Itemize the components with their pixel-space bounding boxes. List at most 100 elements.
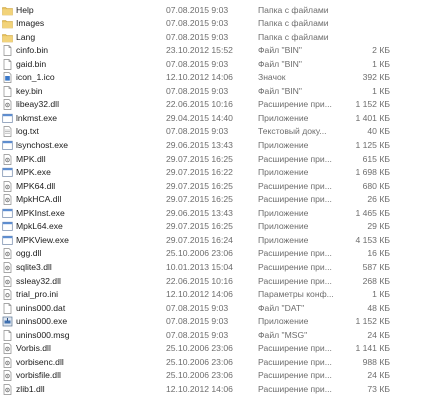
file-type: Расширение при... <box>258 261 332 272</box>
file-row[interactable]: log.txt 07.08.2015 9:03 Текстовый доку... 4… <box>0 125 424 138</box>
file-name: unins000.exe <box>16 316 68 327</box>
file-row[interactable]: trial_pro.ini 12.10.2012 14:06 Параметры к… <box>0 288 424 301</box>
file-name: vorbisfile.dll <box>16 370 61 381</box>
file-row[interactable]: MPK.exe 29.07.2015 16:22 Приложение 1 698 К… <box>0 166 424 179</box>
file-name: unins000.dat <box>16 302 66 313</box>
file-name: MpkL64.exe <box>16 221 63 232</box>
file-row[interactable]: MpkHCA.dll 29.07.2015 16:25 Расширение при… <box>0 193 424 206</box>
file-size: 1 465 КБ <box>355 207 390 218</box>
ico-file-icon <box>2 72 13 84</box>
file-row[interactable]: gaid.bin 07.08.2015 9:03 Файл "BIN" 1 КБ <box>0 58 424 71</box>
file-size: 2 КБ <box>372 45 390 56</box>
file-type: Расширение при... <box>258 370 332 381</box>
exe-file-icon <box>2 113 13 124</box>
file-row[interactable]: Lang 07.08.2015 9:03 Папка с файлами <box>0 31 424 44</box>
file-row[interactable]: key.bin 07.08.2015 9:03 Файл "BIN" 1 КБ <box>0 85 424 98</box>
file-size: 73 КБ <box>367 383 390 394</box>
file-type: Приложение <box>258 167 309 178</box>
file-row[interactable]: ssleay32.dll 22.06.2015 10:16 Расширение п… <box>0 275 424 288</box>
file-date-modified: 22.06.2015 10:16 <box>166 275 233 286</box>
file-row[interactable]: MPK64.dll 29.07.2015 16:25 Расширение при.… <box>0 180 424 193</box>
file-size: 988 КБ <box>362 356 390 367</box>
file-row[interactable]: unins000.msg 07.08.2015 9:03 Файл "MSG" 24 … <box>0 329 424 342</box>
file-date-modified: 22.06.2015 10:16 <box>166 99 233 110</box>
file-name: unins000.msg <box>16 329 70 340</box>
dll-file-icon <box>2 194 13 206</box>
file-size: 1 401 КБ <box>355 112 390 123</box>
file-name: MPK64.dll <box>16 180 56 191</box>
file-type: Расширение при... <box>258 248 332 259</box>
dll-file-icon <box>2 356 13 368</box>
file-row[interactable]: MPK.dll 29.07.2015 16:25 Расширение при...… <box>0 153 424 166</box>
file-type: Параметры конф... <box>258 289 334 300</box>
file-type: Расширение при... <box>258 343 332 354</box>
file-type: Текстовый доку... <box>258 126 327 137</box>
file-row[interactable]: Help 07.08.2015 9:03 Папка с файлами <box>0 4 424 17</box>
file-date-modified: 12.10.2012 14:06 <box>166 72 233 83</box>
file-row[interactable]: MPKInst.exe 29.06.2015 13:43 Приложение 1 4… <box>0 207 424 220</box>
file-row[interactable]: MPKView.exe 29.07.2015 16:24 Приложение 4 1… <box>0 234 424 247</box>
dll-file-icon <box>2 370 13 382</box>
file-row[interactable]: unins000.dat 07.08.2015 9:03 Файл "DAT" 48 … <box>0 302 424 315</box>
file-type: Расширение при... <box>258 275 332 286</box>
file-row[interactable]: cinfo.bin 23.10.2012 15:52 Файл "BIN" 2 КБ <box>0 44 424 57</box>
file-row[interactable]: zlib1.dll 12.10.2012 14:06 Расширение при.… <box>0 383 424 396</box>
file-date-modified: 10.01.2013 15:04 <box>166 261 233 272</box>
file-date-modified: 29.06.2015 13:43 <box>166 140 233 150</box>
file-name: MPK.dll <box>16 153 46 164</box>
file-size: 1 КБ <box>372 289 390 300</box>
file-icon <box>2 329 13 341</box>
file-date-modified: 29.07.2015 16:25 <box>166 180 233 191</box>
file-date-modified: 29.06.2015 13:43 <box>166 207 233 218</box>
file-size: 680 КБ <box>362 180 390 191</box>
file-icon <box>2 302 13 314</box>
file-name: libeay32.dll <box>16 99 59 110</box>
file-size: 1 141 КБ <box>355 343 390 354</box>
dll-file-icon <box>2 180 13 192</box>
file-name: trial_pro.ini <box>16 289 59 300</box>
file-type: Файл "BIN" <box>258 85 302 96</box>
file-date-modified: 07.08.2015 9:03 <box>166 18 229 29</box>
file-date-modified: 07.08.2015 9:03 <box>166 302 229 313</box>
file-name: MPK.exe <box>16 167 51 178</box>
file-row[interactable]: icon_1.ico 12.10.2012 14:06 Значок 392 КБ <box>0 71 424 84</box>
file-type: Приложение <box>258 207 309 218</box>
file-row[interactable]: ogg.dll 25.10.2006 23:06 Расширение при...… <box>0 247 424 260</box>
file-row[interactable]: vorbisenc.dll 25.10.2006 23:06 Расширение … <box>0 356 424 369</box>
file-type: Расширение при... <box>258 356 332 367</box>
file-row[interactable]: unins000.exe 07.08.2015 9:03 Приложение 1 1… <box>0 315 424 328</box>
file-date-modified: 07.08.2015 9:03 <box>166 85 229 96</box>
file-name: lsynchost.exe <box>16 140 69 150</box>
file-type: Приложение <box>258 140 309 150</box>
file-type: Расширение при... <box>258 194 332 205</box>
file-type: Расширение при... <box>258 99 332 110</box>
file-row[interactable]: Images 07.08.2015 9:03 Папка с файлами <box>0 17 424 30</box>
dll-file-icon <box>2 275 13 287</box>
file-name: vorbisenc.dll <box>16 356 64 367</box>
file-size: 4 153 КБ <box>355 234 390 245</box>
file-size: 1 125 КБ <box>355 140 390 150</box>
file-date-modified: 07.08.2015 9:03 <box>166 126 229 137</box>
file-row[interactable]: libeay32.dll 22.06.2015 10:16 Расширение п… <box>0 98 424 111</box>
file-row[interactable]: lnkmst.exe 29.04.2015 14:40 Приложение 1 40… <box>0 112 424 125</box>
text-file-icon <box>2 126 13 138</box>
file-row[interactable]: vorbisfile.dll 25.10.2006 23:06 Расширение… <box>0 369 424 382</box>
file-name: Lang <box>16 31 36 42</box>
file-row[interactable]: lsynchost.exe 29.06.2015 13:43 Приложение 1… <box>0 139 424 152</box>
file-row[interactable]: sqlite3.dll 10.01.2013 15:04 Расширение пр… <box>0 261 424 274</box>
file-type: Значок <box>258 72 286 83</box>
file-row[interactable]: Vorbis.dll 25.10.2006 23:06 Расширение при… <box>0 342 424 355</box>
file-date-modified: 07.08.2015 9:03 <box>166 316 229 327</box>
file-date-modified: 25.10.2006 23:06 <box>166 343 233 354</box>
file-name: MpkHCA.dll <box>16 194 62 205</box>
file-name: Help <box>16 4 34 15</box>
exe-file-icon <box>2 140 13 151</box>
file-row[interactable]: MpkL64.exe 29.07.2015 16:25 Приложение 29 К… <box>0 220 424 233</box>
file-name: icon_1.ico <box>16 72 55 83</box>
file-date-modified: 07.08.2015 9:03 <box>166 58 229 69</box>
file-type: Файл "MSG" <box>258 329 308 340</box>
file-name: MPKView.exe <box>16 234 69 245</box>
exe-file-icon <box>2 221 13 232</box>
dll-file-icon <box>2 384 13 395</box>
file-date-modified: 29.07.2015 16:22 <box>166 167 233 178</box>
